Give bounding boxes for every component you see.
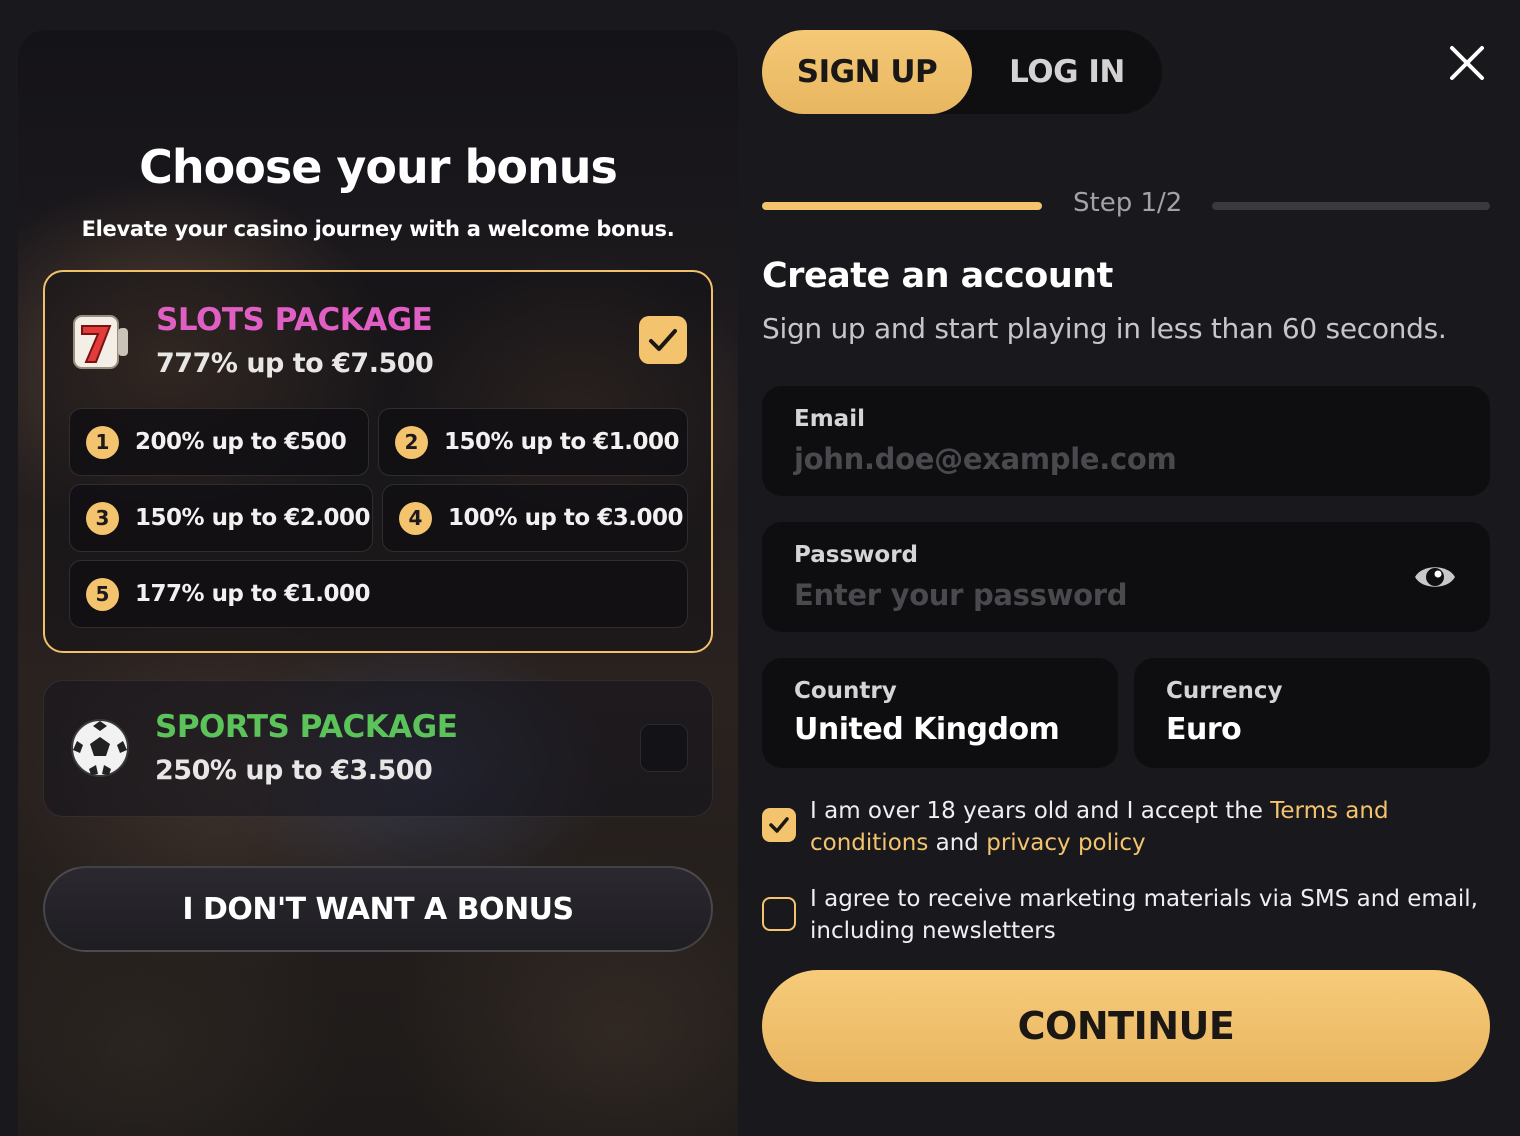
tier-label: 150% up to €1.000 — [444, 429, 679, 455]
check-icon — [649, 329, 677, 351]
terms-text-middle: and — [928, 830, 987, 856]
bonus-panel: Choose your bonus Elevate your casino jo… — [18, 30, 738, 1136]
tier-label: 177% up to €1.000 — [135, 581, 370, 607]
tier-number: 4 — [399, 501, 432, 535]
slots-tier-3: 3 150% up to €2.000 — [69, 484, 373, 552]
slots-package-card[interactable]: SLOTS PACKAGE 777% up to €7.500 1 200% u… — [43, 270, 713, 653]
tab-sign-up[interactable]: SIGN UP — [762, 30, 972, 114]
sports-package-checkbox[interactable] — [640, 724, 688, 772]
slots-package-offer: 777% up to €7.500 — [156, 348, 434, 379]
tier-label: 200% up to €500 — [135, 429, 347, 455]
privacy-link[interactable]: privacy policy — [986, 830, 1145, 856]
soccer-ball-icon — [71, 719, 129, 777]
auth-tabs: SIGN UP LOG IN — [762, 30, 1162, 114]
email-field[interactable]: Email john.doe@example.com — [762, 386, 1490, 496]
terms-text-before: I am over 18 years old and I accept the — [810, 798, 1271, 824]
password-field[interactable]: Password Enter your password — [762, 522, 1490, 632]
no-bonus-button[interactable]: I DON'T WANT A BONUS — [43, 866, 713, 952]
form-title: Create an account — [762, 256, 1113, 296]
marketing-checkbox[interactable] — [762, 897, 796, 931]
email-placeholder: john.doe@example.com — [794, 442, 1177, 476]
slot-seven-icon — [73, 315, 128, 369]
email-label: Email — [794, 406, 865, 432]
tier-label: 150% up to €2.000 — [135, 505, 370, 531]
terms-checkbox[interactable] — [762, 808, 796, 842]
tier-label: 100% up to €3.000 — [448, 505, 683, 531]
continue-button[interactable]: CONTINUE — [762, 970, 1490, 1082]
slots-package-checkbox[interactable] — [639, 316, 687, 364]
country-select[interactable]: Country United Kingdom — [762, 658, 1118, 768]
step-progress-active — [762, 202, 1042, 210]
slots-tier-1: 1 200% up to €500 — [69, 408, 369, 476]
form-subtitle: Sign up and start playing in less than 6… — [762, 312, 1447, 345]
bonus-title: Choose your bonus — [139, 140, 618, 194]
tier-number: 1 — [86, 425, 119, 459]
currency-select[interactable]: Currency Euro — [1134, 658, 1490, 768]
currency-value: Euro — [1166, 712, 1242, 747]
tab-log-in[interactable]: LOG IN — [972, 30, 1162, 114]
tier-number: 5 — [86, 577, 119, 611]
password-label: Password — [794, 542, 918, 568]
slots-package-name: SLOTS PACKAGE — [156, 302, 433, 338]
slots-tier-5: 5 177% up to €1.000 — [69, 560, 688, 628]
step-progress-remaining — [1212, 202, 1490, 210]
tier-number: 2 — [395, 425, 428, 459]
bonus-subtitle: Elevate your casino journey with a welco… — [81, 217, 675, 241]
terms-consent-text: I am over 18 years old and I accept the … — [810, 795, 1500, 859]
marketing-consent-text: I agree to receive marketing materials v… — [810, 886, 1478, 944]
slots-tier-4: 4 100% up to €3.000 — [382, 484, 688, 552]
password-placeholder: Enter your password — [794, 578, 1128, 612]
step-label: Step 1/2 — [1073, 188, 1183, 218]
country-label: Country — [794, 678, 897, 704]
sports-package-name: SPORTS PACKAGE — [155, 709, 458, 745]
tier-number: 3 — [86, 501, 119, 535]
currency-label: Currency — [1166, 678, 1283, 704]
close-icon[interactable] — [1446, 42, 1488, 84]
country-value: United Kingdom — [794, 712, 1060, 747]
check-icon — [769, 817, 789, 833]
slots-tier-2: 2 150% up to €1.000 — [378, 408, 688, 476]
eye-icon[interactable] — [1412, 558, 1458, 596]
sports-package-offer: 250% up to €3.500 — [155, 755, 433, 786]
sports-package-card[interactable]: SPORTS PACKAGE 250% up to €3.500 — [43, 680, 713, 817]
